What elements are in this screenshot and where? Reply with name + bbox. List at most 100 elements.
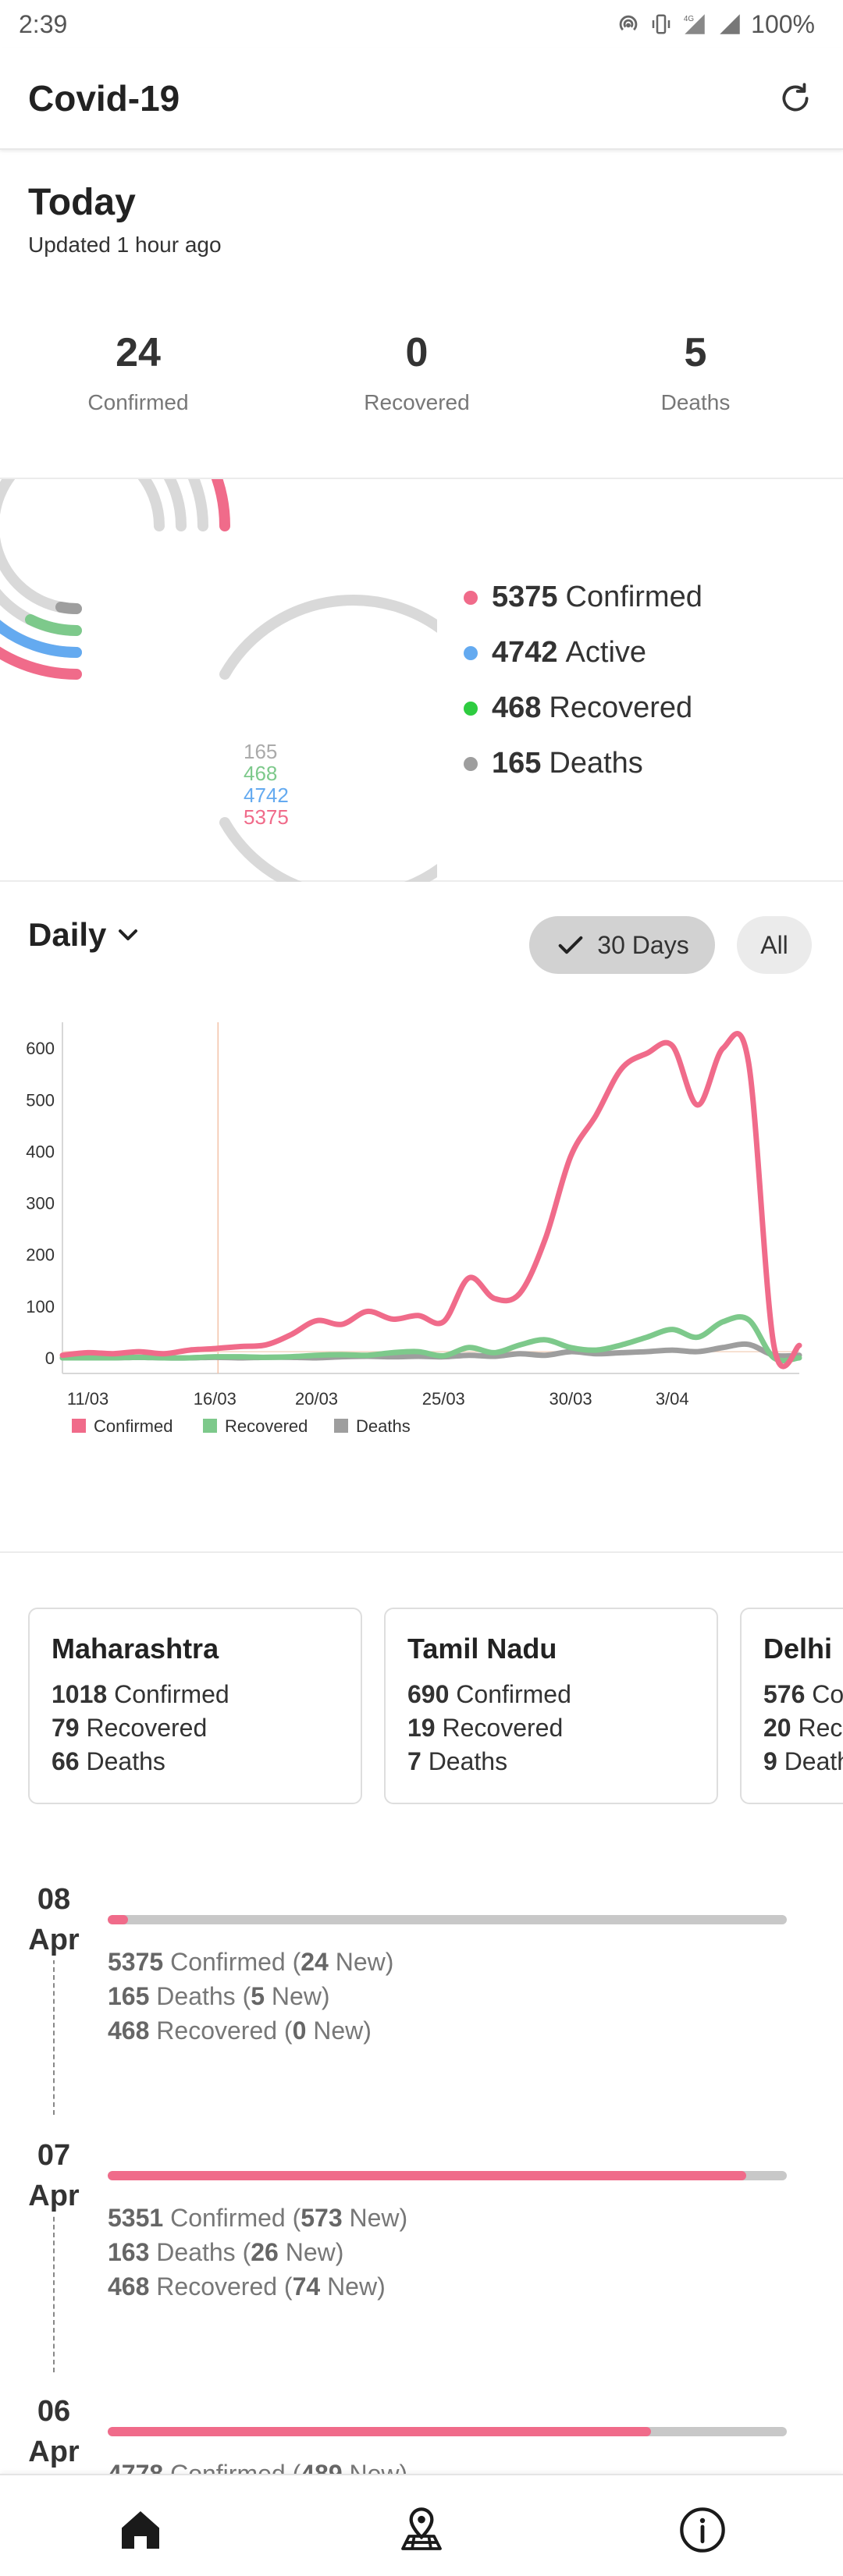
stat-label: Confirmed <box>87 390 189 414</box>
filter-all-chip[interactable]: All <box>737 916 812 974</box>
chevron-down-icon <box>119 929 138 940</box>
y-tick-label: 600 <box>26 1039 55 1058</box>
state-label: Deaths <box>784 1747 843 1775</box>
timeline-new-label: New <box>349 2460 400 2474</box>
daily-timeline: 08 Apr 5375 Confirmed (24 New) 165 Death… <box>0 1873 843 2474</box>
timeline-new-label: New <box>285 2238 336 2266</box>
timeline-day: 07 <box>37 2139 71 2172</box>
timeline-month: Apr <box>28 1924 80 1956</box>
legend-dot <box>464 645 478 660</box>
legend-swatch <box>334 1419 348 1433</box>
daily-title: Daily <box>28 916 107 953</box>
timeline-date: 06 Apr <box>28 2391 80 2472</box>
app-title: Covid-19 <box>28 78 180 119</box>
timeline-value: 468 <box>108 2272 150 2301</box>
timeline-deaths: 163 Deaths (26 New) <box>108 2238 344 2266</box>
state-recovered: 19 Recovered <box>407 1711 695 1745</box>
timeline-value: 468 <box>108 2016 150 2045</box>
legend-deaths: 165 Deaths <box>464 736 702 791</box>
timeline-details: 4778 Confirmed (489 New) <box>108 2457 407 2474</box>
ring-recovered <box>25 614 82 636</box>
map-pin-icon <box>401 2507 442 2550</box>
legend-value: 5375 <box>492 581 558 613</box>
y-tick-label: 200 <box>26 1245 55 1265</box>
timeline-new-label: New <box>327 2272 378 2301</box>
status-icons: 4G 100% <box>615 10 815 39</box>
timeline-label: Deaths <box>156 1982 236 2010</box>
state-value: 7 <box>407 1747 422 1775</box>
nav-map-button[interactable] <box>390 2499 453 2561</box>
state-value: 19 <box>407 1714 436 1742</box>
filter-30-days-chip[interactable]: 30 Days <box>529 916 715 974</box>
check-icon <box>558 936 583 954</box>
updated-time: Updated 1 hour ago <box>28 233 222 257</box>
state-card[interactable]: Delhi 576 Confirmed 20 Recovered 9 Death… <box>740 1608 843 1804</box>
timeline-month: Apr <box>28 2436 80 2468</box>
timeline-month: Apr <box>28 2180 80 2212</box>
y-tick-label: 300 <box>26 1194 55 1213</box>
today-title: Today <box>28 182 136 223</box>
ring-track-deaths <box>0 479 165 614</box>
x-tick-label: 25/03 <box>422 1389 465 1409</box>
legend-value: 468 <box>492 691 542 724</box>
hotspot-icon <box>619 15 638 31</box>
state-recovered: 79 Recovered <box>52 1711 339 1745</box>
legend-active: 4742 Active <box>464 625 702 680</box>
legend-dot <box>464 756 478 771</box>
timeline-details: 5375 Confirmed (24 New) 165 Deaths (5 Ne… <box>108 1945 393 2048</box>
state-deaths: 7 Deaths <box>407 1745 695 1778</box>
timeline-new-label: New <box>349 2204 400 2232</box>
state-confirmed: 690 Confirmed <box>407 1678 695 1711</box>
stat-deaths: 5 Deaths <box>578 329 813 415</box>
timeline-label: Confirmed <box>170 2460 286 2474</box>
timeline-label: Deaths <box>156 2238 236 2266</box>
today-section: Today Updated 1 hour ago 24 Confirmed 0 … <box>0 150 843 479</box>
daily-section: Daily 30 Days All 0 100 200 300 400 500 600 11/… <box>0 882 843 1553</box>
timeline-progress-bar <box>108 2171 787 2180</box>
daily-dropdown[interactable]: Daily <box>28 916 144 954</box>
state-name: Maharashtra <box>52 1633 219 1665</box>
timeline-day: 06 <box>37 2395 71 2428</box>
state-recovered: 20 Recovered <box>763 1711 843 1745</box>
legend-swatch <box>72 1419 86 1433</box>
x-tick-label: 3/04 <box>656 1389 689 1409</box>
app-bar: Covid-19 <box>0 48 843 150</box>
signal-4g-icon: 4G <box>684 14 705 34</box>
timeline-value: 165 <box>108 1982 150 2010</box>
timeline-value: 4778 <box>108 2460 164 2474</box>
stat-value: 24 <box>116 330 161 375</box>
state-label: Recovered <box>798 1714 843 1742</box>
timeline-details: 5351 Confirmed (573 New) 163 Deaths (26 … <box>108 2201 407 2304</box>
timeline-confirmed: 5351 Confirmed (573 New) <box>108 2204 408 2232</box>
home-icon <box>122 2511 159 2549</box>
timeline-value: 5375 <box>108 1948 164 1976</box>
status-bar: 2:39 4G 100% <box>0 0 843 48</box>
refresh-button[interactable] <box>776 79 815 118</box>
state-label: Recovered <box>86 1714 208 1742</box>
y-tick-label: 400 <box>26 1142 55 1161</box>
summary-section: 165 468 4742 5375 5375 Confirmed 4742 Acti… <box>0 479 843 882</box>
timeline-progress-fill <box>108 1915 129 1924</box>
state-card[interactable]: Maharashtra 1018 Confirmed 79 Recovered … <box>28 1608 362 1804</box>
legend-recovered: 468 Recovered <box>464 680 702 736</box>
timeline-new-value: 5 <box>251 1982 265 2010</box>
timeline-progress-fill <box>108 2427 651 2436</box>
nav-home-button[interactable] <box>109 2499 172 2561</box>
radial-ring-chart: 165 468 4742 5375 <box>0 479 437 882</box>
state-deaths: 66 Deaths <box>52 1745 339 1778</box>
battery-level: 100% <box>751 9 815 38</box>
y-tick-label: 500 <box>26 1090 55 1110</box>
x-tick-label: 20/03 <box>295 1389 338 1409</box>
legend-label: Deaths <box>356 1416 411 1436</box>
series-line-confirmed <box>59 1031 802 1370</box>
ring-label-active: 4742 <box>244 783 289 807</box>
timeline-new-value: 26 <box>251 2238 279 2266</box>
info-icon <box>680 2507 725 2553</box>
ring-label-recovered: 468 <box>244 762 277 785</box>
stat-recovered: 0 Recovered <box>300 329 534 415</box>
legend-label: Confirmed <box>565 581 702 613</box>
state-card[interactable]: Tamil Nadu 690 Confirmed 19 Recovered 7 … <box>384 1608 718 1804</box>
timeline-date: 08 Apr <box>28 1879 80 1960</box>
timeline-progress-fill <box>108 2171 746 2180</box>
nav-info-button[interactable] <box>671 2499 734 2561</box>
